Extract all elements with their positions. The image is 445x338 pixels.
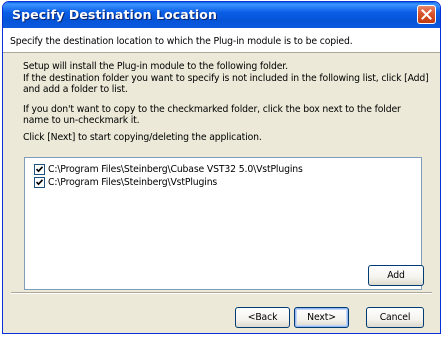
- next-instruction-text: Click [Next] to start copying/deleting t…: [23, 132, 262, 143]
- close-button[interactable]: [417, 5, 436, 24]
- folder-checkbox[interactable]: [34, 177, 45, 188]
- add-button[interactable]: Add: [368, 265, 424, 286]
- folder-checkbox[interactable]: [34, 164, 45, 175]
- folder-path: C:\Program Files\Steinberg\VstPlugins: [48, 177, 218, 188]
- uncheck-folder-text: If you don't want to copy to the checkma…: [23, 104, 401, 126]
- folder-path: C:\Program Files\Steinberg\Cubase VST32 …: [48, 164, 303, 175]
- title-bar[interactable]: Specify Destination Location: [3, 2, 440, 28]
- checkmark-icon: [36, 166, 43, 173]
- add-folder-text: If the destination folder you want to sp…: [23, 73, 429, 95]
- next-button[interactable]: Next>: [294, 307, 349, 328]
- close-icon: [421, 9, 432, 20]
- header-band: Specify the destination location to whic…: [3, 28, 440, 53]
- checkmark-icon: [36, 179, 43, 186]
- folder-list[interactable]: C:\Program Files\Steinberg\Cubase VST32 …: [24, 157, 422, 290]
- window-title: Specify Destination Location: [12, 7, 217, 22]
- dialog-window: Specify Destination Location Specify the…: [2, 1, 441, 334]
- header-instruction: Specify the destination location to whic…: [10, 36, 353, 47]
- install-folder-text: Setup will install the Plug-in module to…: [23, 61, 288, 72]
- cancel-button[interactable]: Cancel: [366, 307, 424, 328]
- back-button[interactable]: <Back: [235, 307, 290, 328]
- dialog-content: Specify the destination location to whic…: [3, 28, 440, 333]
- button-separator: [11, 292, 432, 294]
